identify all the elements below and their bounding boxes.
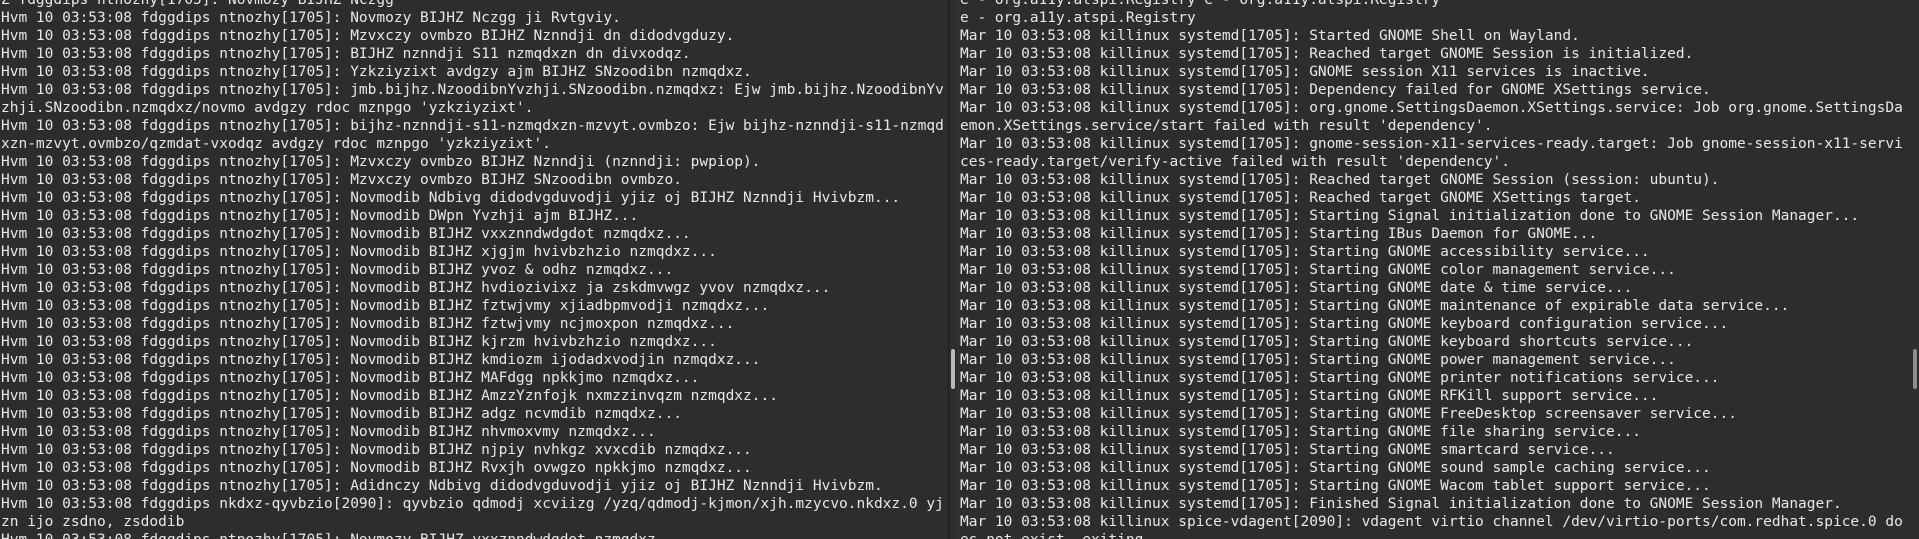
log-line: Mar 10 03:53:08 killinux systemd[1705]: …	[960, 316, 1729, 332]
log-line: Mar 10 03:53:08 killinux systemd[1705]: …	[960, 280, 1633, 296]
log-line: Hvm 10 03:53:08 fdggdips ntnozhy[1705]: …	[1, 64, 752, 80]
log-line: Hvm 10 03:53:08 fdggdips ntnozhy[1705]: …	[1, 531, 948, 539]
log-line: Hvm 10 03:53:08 fdggdips ntnozhy[1705]: …	[1, 406, 682, 422]
log-line: Hvm 10 03:53:08 fdggdips ntnozhy[1705]: …	[1, 10, 621, 26]
log-line: Hvm 10 03:53:08 fdggdips ntnozhy[1705]: …	[1, 478, 883, 494]
log-line: Hvm 10 03:53:08 fdggdips ntnozhy[1705]: …	[1, 82, 944, 116]
log-line: Mar 10 03:53:08 killinux systemd[1705]: …	[960, 190, 1641, 206]
log-line: Mar 10 03:53:08 killinux systemd[1705]: …	[960, 244, 1650, 260]
log-line: Mar 10 03:53:08 killinux systemd[1705]: …	[960, 370, 1720, 386]
log-line: Hvm 10 03:53:08 fdggdips ntnozhy[1705]: …	[1, 388, 778, 404]
log-line: Mar 10 03:53:08 killinux systemd[1705]: …	[960, 406, 1737, 422]
log-line: Mar 10 03:53:08 killinux systemd[1705]: …	[960, 352, 1676, 368]
log-line: Hvm 10 03:53:08 fdggdips ntnozhy[1705]: …	[1, 244, 717, 260]
terminal-pane-right[interactable]: e - org.a11y.atspi.Registry e - org.a11y…	[959, 0, 1905, 539]
pane-divider[interactable]	[948, 0, 959, 539]
log-line: Z fdggdips ntnozhy[1705]: Novmozy BIJHZ …	[1, 0, 394, 8]
log-line: Mar 10 03:53:08 killinux systemd[1705]: …	[960, 136, 1903, 170]
log-line: e - org.a11y.atspi.Registry	[960, 10, 1196, 26]
log-line: Mar 10 03:53:08 killinux spice-vdagent[2…	[960, 514, 1903, 539]
log-line: Hvm 10 03:53:08 fdggdips nkdxz-qyvbzio[2…	[1, 496, 944, 530]
log-line: Hvm 10 03:53:08 fdggdips ntnozhy[1705]: …	[1, 352, 761, 368]
log-line: Hvm 10 03:53:08 fdggdips ntnozhy[1705]: …	[1, 154, 761, 170]
log-line: Hvm 10 03:53:08 fdggdips ntnozhy[1705]: …	[1, 172, 682, 188]
log-line: Hvm 10 03:53:08 fdggdips ntnozhy[1705]: …	[1, 262, 674, 278]
log-line: Mar 10 03:53:08 killinux systemd[1705]: …	[960, 424, 1641, 440]
log-line: Mar 10 03:53:08 killinux systemd[1705]: …	[960, 82, 1711, 98]
log-line: Hvm 10 03:53:08 fdggdips ntnozhy[1705]: …	[1, 208, 639, 224]
log-line: Mar 10 03:53:08 killinux systemd[1705]: …	[960, 460, 1711, 476]
log-output-right: e - org.a11y.atspi.Registry e - org.a11y…	[960, 0, 1905, 539]
log-line: Hvm 10 03:53:08 fdggdips ntnozhy[1705]: …	[1, 280, 831, 296]
terminal-pane-left[interactable]: Z fdggdips ntnozhy[1705]: Novmozy BIJHZ …	[0, 0, 948, 539]
terminal-split-view: Z fdggdips ntnozhy[1705]: Novmozy BIJHZ …	[0, 0, 1919, 539]
log-line: Hvm 10 03:53:08 fdggdips ntnozhy[1705]: …	[1, 46, 691, 62]
log-line: Mar 10 03:53:08 killinux systemd[1705]: …	[960, 28, 1580, 44]
log-line: Hvm 10 03:53:08 fdggdips ntnozhy[1705]: …	[1, 226, 691, 242]
log-line: Mar 10 03:53:08 killinux systemd[1705]: …	[960, 334, 1694, 350]
log-line: Mar 10 03:53:08 killinux systemd[1705]: …	[960, 172, 1720, 188]
log-line: Mar 10 03:53:08 killinux systemd[1705]: …	[960, 478, 1711, 494]
log-line: Hvm 10 03:53:08 fdggdips ntnozhy[1705]: …	[1, 190, 901, 206]
pane-resize-handle[interactable]	[951, 349, 955, 389]
log-output-left: Z fdggdips ntnozhy[1705]: Novmozy BIJHZ …	[1, 0, 948, 539]
log-line: Hvm 10 03:53:08 fdggdips ntnozhy[1705]: …	[1, 370, 700, 386]
log-line: Hvm 10 03:53:08 fdggdips ntnozhy[1705]: …	[1, 442, 752, 458]
log-line: Hvm 10 03:53:08 fdggdips ntnozhy[1705]: …	[1, 424, 656, 440]
log-line: Mar 10 03:53:08 killinux systemd[1705]: …	[960, 442, 1615, 458]
log-line: Hvm 10 03:53:08 fdggdips ntnozhy[1705]: …	[1, 316, 735, 332]
log-line: Mar 10 03:53:08 killinux systemd[1705]: …	[960, 64, 1650, 80]
log-line: Mar 10 03:53:08 killinux systemd[1705]: …	[960, 388, 1659, 404]
log-line: Mar 10 03:53:08 killinux systemd[1705]: …	[960, 46, 1694, 62]
log-line: Mar 10 03:53:08 killinux systemd[1705]: …	[960, 496, 1842, 512]
log-line: Hvm 10 03:53:08 fdggdips ntnozhy[1705]: …	[1, 28, 735, 44]
log-line: Hvm 10 03:53:08 fdggdips ntnozhy[1705]: …	[1, 298, 770, 314]
log-line: Hvm 10 03:53:08 fdggdips ntnozhy[1705]: …	[1, 460, 752, 476]
log-line: Mar 10 03:53:08 killinux systemd[1705]: …	[960, 226, 1598, 242]
log-line: Hvm 10 03:53:08 fdggdips ntnozhy[1705]: …	[1, 118, 944, 152]
log-line: Mar 10 03:53:08 killinux systemd[1705]: …	[960, 262, 1676, 278]
log-line: Hvm 10 03:53:08 fdggdips ntnozhy[1705]: …	[1, 334, 717, 350]
log-line: Mar 10 03:53:08 killinux systemd[1705]: …	[960, 100, 1903, 134]
log-line: Mar 10 03:53:08 killinux systemd[1705]: …	[960, 208, 1860, 224]
log-line: Mar 10 03:53:08 killinux systemd[1705]: …	[960, 298, 1790, 314]
log-line: e - org.a11y.atspi.Registry e - org.a11y…	[960, 0, 1441, 8]
scrollbar-thumb[interactable]	[1913, 349, 1917, 389]
